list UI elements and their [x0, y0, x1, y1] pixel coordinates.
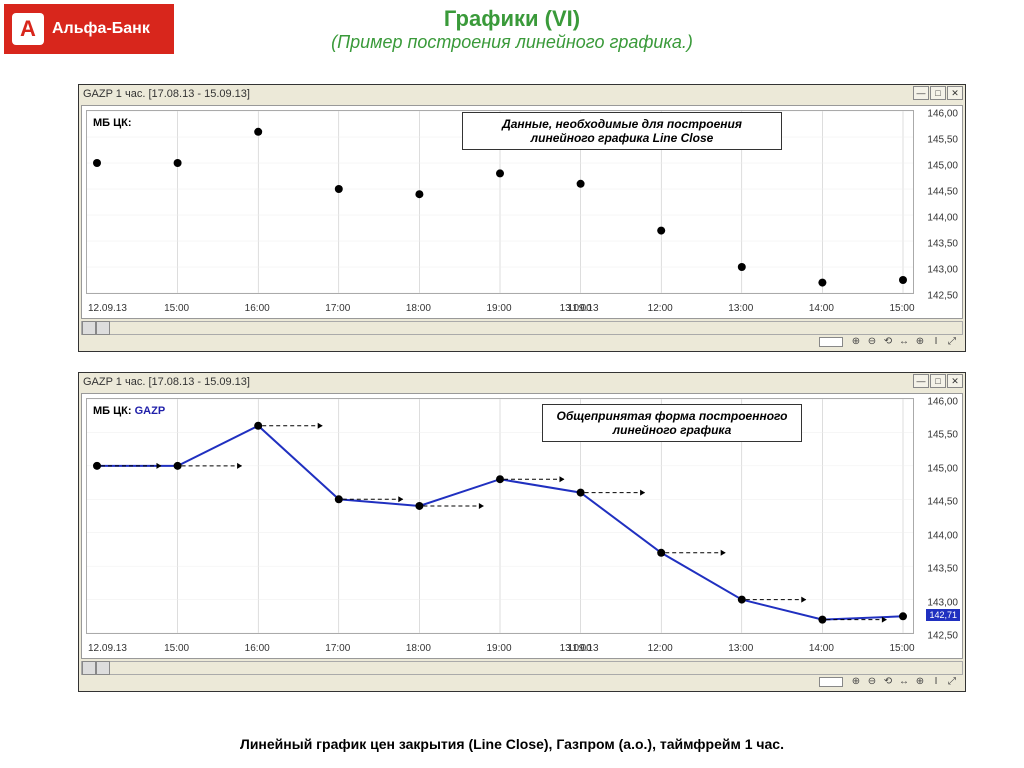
window-controls: — □ ✕ [913, 86, 963, 100]
cursor-icon[interactable]: I [929, 336, 943, 348]
close-button[interactable]: ✕ [947, 374, 963, 388]
y-tick-label: 143,00 [927, 265, 958, 276]
y-tick-label: 144,50 [927, 497, 958, 508]
x-tick-label: 13:00 [728, 303, 753, 314]
market-prefix: МБ ЦК: [93, 405, 135, 417]
pan-icon[interactable]: ↔ [897, 336, 911, 348]
x-tick-label: 16:00 [245, 303, 270, 314]
chart-toolbar: ⊕ ⊖ ⟲ ↔ ⊕ I ⤢ [81, 675, 963, 689]
plot-wrap: МБ ЦК: GAZP 146,00 145,50 145,00 144,50 144,… [81, 393, 963, 659]
annotation-box: Общепринятая форма построенного линейног… [542, 404, 802, 442]
zoom-out-icon[interactable]: ⊖ [865, 336, 879, 348]
x-tick-label: 13:00 [728, 643, 753, 654]
x-tick-label: 15:00 [164, 643, 189, 654]
y-tick-label: 143,00 [927, 597, 958, 608]
chart-thumbnail-icon[interactable] [819, 337, 843, 347]
x-tick-label: 19:00 [486, 643, 511, 654]
expand-icon[interactable]: ⤢ [945, 336, 959, 348]
y-tick-label: 142,50 [927, 631, 958, 642]
chart-thumbnail-icon[interactable] [819, 677, 843, 687]
chart-bottom-bar: ⊕ ⊖ ⟲ ↔ ⊕ I ⤢ [81, 661, 963, 689]
y-tick-label: 145,50 [927, 430, 958, 441]
x-tick-label: 18:00 [406, 303, 431, 314]
y-tick-label: 143,50 [927, 239, 958, 250]
expand-icon[interactable]: ⤢ [945, 676, 959, 688]
maximize-button[interactable]: □ [930, 86, 946, 100]
y-tick-label: 144,00 [927, 530, 958, 541]
y-tick-label: 146,00 [927, 109, 958, 120]
y-tick-label: 145,00 [927, 161, 958, 172]
logo-text: Альфа-Банк [52, 20, 150, 38]
x-tick-label: 12:00 [648, 643, 673, 654]
cursor-icon[interactable]: I [929, 676, 943, 688]
x-tick-label: 16:00 [245, 643, 270, 654]
y-tick-label: 144,00 [927, 213, 958, 224]
footer-caption: Линейный график цен закрытия (Line Close… [0, 736, 1024, 752]
y-tick-label: 143,50 [927, 564, 958, 575]
chart-bottom-bar: ⊕ ⊖ ⟲ ↔ ⊕ I ⤢ [81, 321, 963, 349]
y-tick-label: 145,50 [927, 135, 958, 146]
chart-title-text: GAZP 1 час. [17.08.13 - 15.09.13] [83, 376, 250, 388]
window-controls: — □ ✕ [913, 374, 963, 388]
chart-titlebar: GAZP 1 час. [17.08.13 - 15.09.13] — □ ✕ [79, 85, 965, 103]
chart-titlebar: GAZP 1 час. [17.08.13 - 15.09.13] — □ ✕ [79, 373, 965, 391]
reset-icon[interactable]: ⟲ [881, 336, 895, 348]
y-tick-label: 146,00 [927, 397, 958, 408]
x-tick-label: 17:00 [325, 643, 350, 654]
y-tick-label: 142,50 [927, 291, 958, 302]
minimize-button[interactable]: — [913, 374, 929, 388]
close-button[interactable]: ✕ [947, 86, 963, 100]
crosshair-icon[interactable]: ⊕ [913, 676, 927, 688]
x-tick-label: 19:00 [486, 303, 511, 314]
ticker-label: GAZP [135, 405, 166, 417]
chart-panel-line: GAZP 1 час. [17.08.13 - 15.09.13] — □ ✕ … [78, 372, 966, 692]
x-tick-label: 15:00 [889, 303, 914, 314]
last-price-badge: 142,71 [926, 609, 960, 621]
date-label-right: 13.09.13 [560, 643, 599, 654]
y-tick-label: 145,00 [927, 463, 958, 474]
logo-letter-icon: А [12, 13, 44, 45]
maximize-button[interactable]: □ [930, 374, 946, 388]
date-label-left: 12.09.13 [88, 643, 127, 654]
annotation-box: Данные, необходимые для построения линей… [462, 112, 782, 150]
x-tick-label: 12:00 [648, 303, 673, 314]
x-tick-label: 14:00 [809, 303, 834, 314]
market-label: МБ ЦК: [93, 117, 132, 129]
date-label-right: 13.09.13 [560, 303, 599, 314]
minimize-button[interactable]: — [913, 86, 929, 100]
chart-title-text: GAZP 1 час. [17.08.13 - 15.09.13] [83, 88, 250, 100]
zoom-out-icon[interactable]: ⊖ [865, 676, 879, 688]
y-tick-label: 144,50 [927, 187, 958, 198]
date-label-left: 12.09.13 [88, 303, 127, 314]
pan-icon[interactable]: ↔ [897, 676, 911, 688]
x-tick-label: 18:00 [406, 643, 431, 654]
chart-panel-scatter: GAZP 1 час. [17.08.13 - 15.09.13] — □ ✕ … [78, 84, 966, 352]
plot-wrap: МБ ЦК: 146,00 145,50 145,00 144,50 144,00 143… [81, 105, 963, 319]
horizontal-scrollbar[interactable] [81, 661, 963, 675]
brand-logo: А Альфа-Банк [4, 4, 174, 54]
chart-toolbar: ⊕ ⊖ ⟲ ↔ ⊕ I ⤢ [81, 335, 963, 349]
x-tick-label: 15:00 [889, 643, 914, 654]
zoom-in-icon[interactable]: ⊕ [849, 676, 863, 688]
x-tick-label: 17:00 [325, 303, 350, 314]
crosshair-icon[interactable]: ⊕ [913, 336, 927, 348]
y-axis: 146,00 145,50 145,00 144,50 144,00 143,50 143,… [916, 110, 958, 294]
x-tick-label: 14:00 [809, 643, 834, 654]
zoom-in-icon[interactable]: ⊕ [849, 336, 863, 348]
x-tick-label: 15:00 [164, 303, 189, 314]
market-label: МБ ЦК: GAZP [93, 405, 165, 417]
horizontal-scrollbar[interactable] [81, 321, 963, 335]
y-axis: 146,00 145,50 145,00 144,50 144,00 143,50 143,… [916, 398, 958, 634]
reset-icon[interactable]: ⟲ [881, 676, 895, 688]
